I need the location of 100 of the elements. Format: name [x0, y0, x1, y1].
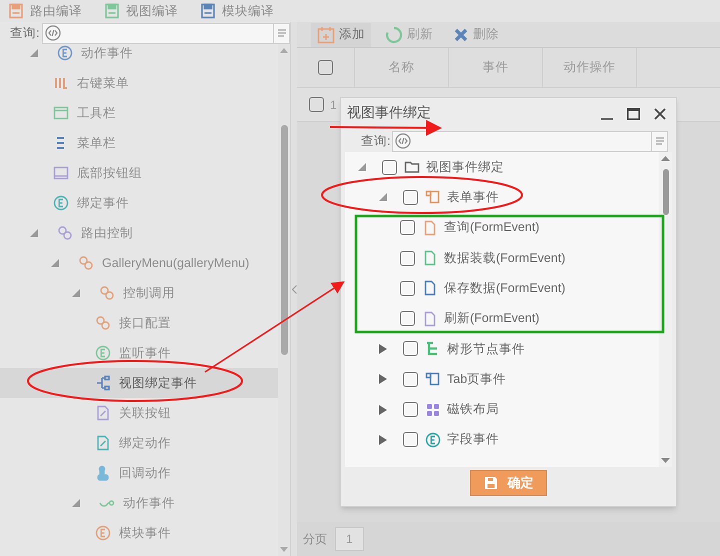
close-icon[interactable] [654, 108, 666, 120]
tree-item-label: GalleryMenu(galleryMenu) [102, 254, 250, 272]
checkbox[interactable] [400, 220, 415, 236]
maximize-icon[interactable] [627, 108, 640, 120]
tree-item-label[interactable]: Tab页事件 [447, 370, 506, 389]
code-icon [395, 133, 411, 149]
tree-item[interactable]: 动作事件 [0, 488, 278, 518]
checkbox[interactable] [403, 372, 418, 387]
tree-item-label: 关联按钮 [119, 404, 171, 422]
tree-item-label: 回调动作 [119, 464, 171, 482]
collapse-caret-icon[interactable] [358, 163, 366, 172]
tree-item[interactable]: 路由控制 [0, 218, 278, 248]
row-number: 1 [330, 96, 337, 114]
tree-item[interactable]: 菜单栏 [0, 128, 278, 158]
toolbar-button[interactable]: 刷新 [379, 22, 439, 46]
checkbox[interactable] [318, 60, 333, 75]
tree-item-label[interactable]: 刷新(FormEvent) [444, 309, 540, 328]
expand-caret-icon[interactable] [379, 404, 387, 415]
tree-item-label[interactable]: 查询(FormEvent) [444, 218, 540, 238]
tree-item-label[interactable]: 树形节点事件 [447, 340, 525, 358]
collapse-caret-icon[interactable] [51, 259, 59, 267]
tree-item[interactable]: 监听事件 [0, 338, 278, 368]
tree-item-label: 绑定动作 [119, 434, 171, 452]
menu-button[interactable] [273, 24, 289, 42]
checkbox[interactable] [400, 311, 415, 326]
scrollbar[interactable] [659, 152, 672, 467]
calendar-plus-icon [317, 26, 335, 44]
tree-item[interactable]: 工具栏 [0, 98, 278, 128]
tree-item-label: 路由控制 [81, 224, 133, 242]
collapse-caret-icon[interactable] [30, 229, 38, 237]
checkbox[interactable] [403, 402, 418, 418]
tree-item[interactable]: 绑定动作 [0, 428, 278, 458]
tree-item-label: 右键菜单 [77, 74, 129, 92]
collapse-caret-icon[interactable] [379, 193, 387, 202]
dialog-title: 视图事件绑定 [347, 102, 431, 122]
tree-item[interactable]: 绑定事件 [0, 188, 278, 218]
toolbar-button[interactable]: 添加 [311, 22, 371, 46]
tree-item[interactable]: 接口配置 [0, 308, 278, 338]
tree-item-label[interactable]: 磁铁布局 [447, 400, 499, 419]
checkbox[interactable] [400, 280, 415, 296]
tree-item[interactable]: 关联按钮 [0, 398, 278, 428]
tree-item-label[interactable]: 视图事件绑定 [426, 158, 504, 177]
checkbox[interactable] [309, 97, 324, 112]
tree-item-label[interactable]: 保存数据(FormEvent) [444, 278, 566, 298]
tree-item[interactable]: 控制调用 [0, 278, 278, 308]
tree-item-label: 工具栏 [77, 104, 116, 122]
menu-icon [654, 136, 664, 146]
cross-icon [453, 26, 469, 42]
save-icon [484, 476, 498, 490]
collapse-left-icon[interactable] [292, 284, 296, 294]
tree-item[interactable]: 底部按钮组 [0, 158, 278, 188]
code-icon [45, 25, 61, 41]
checkbox[interactable] [403, 432, 418, 448]
tree-item[interactable]: 模块事件 [0, 518, 278, 548]
checkbox[interactable] [403, 190, 418, 205]
column-header[interactable]: 名称 [355, 48, 449, 87]
tree-item-label[interactable]: 字段事件 [447, 430, 499, 450]
scroll-up-icon[interactable] [661, 156, 670, 161]
search-field[interactable] [392, 130, 668, 152]
toolbar-button[interactable]: 模块编译 [200, 2, 274, 20]
toolbar-button[interactable]: 视图编译 [104, 2, 178, 20]
search-field[interactable] [42, 22, 290, 44]
checkbox[interactable] [382, 160, 397, 175]
search-label: 查询: [361, 132, 392, 150]
tree-item-label: 菜单栏 [77, 134, 116, 152]
tree-item[interactable]: 右键菜单 [0, 68, 278, 98]
tree-item-label: 接口配置 [119, 314, 171, 332]
tree-item[interactable]: 动作事件 [0, 44, 278, 68]
expand-caret-icon[interactable] [379, 344, 387, 354]
toolbar-button[interactable]: 删除 [447, 22, 505, 46]
tree-item-label[interactable]: 数据装载(FormEvent) [444, 248, 566, 268]
collapse-caret-icon[interactable] [72, 499, 80, 507]
collapse-caret-icon[interactable] [30, 49, 38, 57]
column-header[interactable]: 事件 [449, 48, 543, 87]
pager-label: 分页 [303, 531, 327, 548]
column-header[interactable]: 动作操作 [543, 48, 637, 87]
scroll-up-icon[interactable] [280, 48, 288, 53]
search-label: 查询: [10, 24, 40, 42]
scroll-down-icon[interactable] [280, 547, 288, 552]
expand-caret-icon[interactable] [379, 374, 387, 384]
tree-item-label: 模块事件 [119, 524, 171, 542]
collapse-caret-icon[interactable] [72, 289, 80, 297]
expand-caret-icon[interactable] [379, 434, 387, 445]
tree-item-label: 动作事件 [81, 44, 133, 62]
checkbox[interactable] [400, 250, 415, 266]
tree-item[interactable]: GalleryMenu(galleryMenu) [0, 248, 278, 278]
toolbar-button[interactable]: 路由编译 [8, 2, 82, 20]
checkbox[interactable] [403, 341, 418, 356]
tree-item[interactable]: 视图绑定事件 [0, 368, 278, 398]
scroll-down-icon[interactable] [661, 458, 670, 463]
page-number[interactable]: 1 [335, 527, 364, 551]
tree-item-label[interactable]: 表单事件 [447, 188, 499, 207]
tree-item-label: 控制调用 [123, 284, 175, 302]
tree-item-label: 监听事件 [119, 344, 171, 362]
tree-item[interactable]: 回调动作 [0, 458, 278, 488]
menu-button[interactable] [651, 132, 667, 150]
tree-item-label: 绑定事件 [77, 194, 129, 212]
confirm-button[interactable]: 确定 [470, 470, 547, 496]
tree-item-label: 底部按钮组 [77, 164, 142, 182]
tree-item-label: 动作事件 [123, 494, 175, 512]
